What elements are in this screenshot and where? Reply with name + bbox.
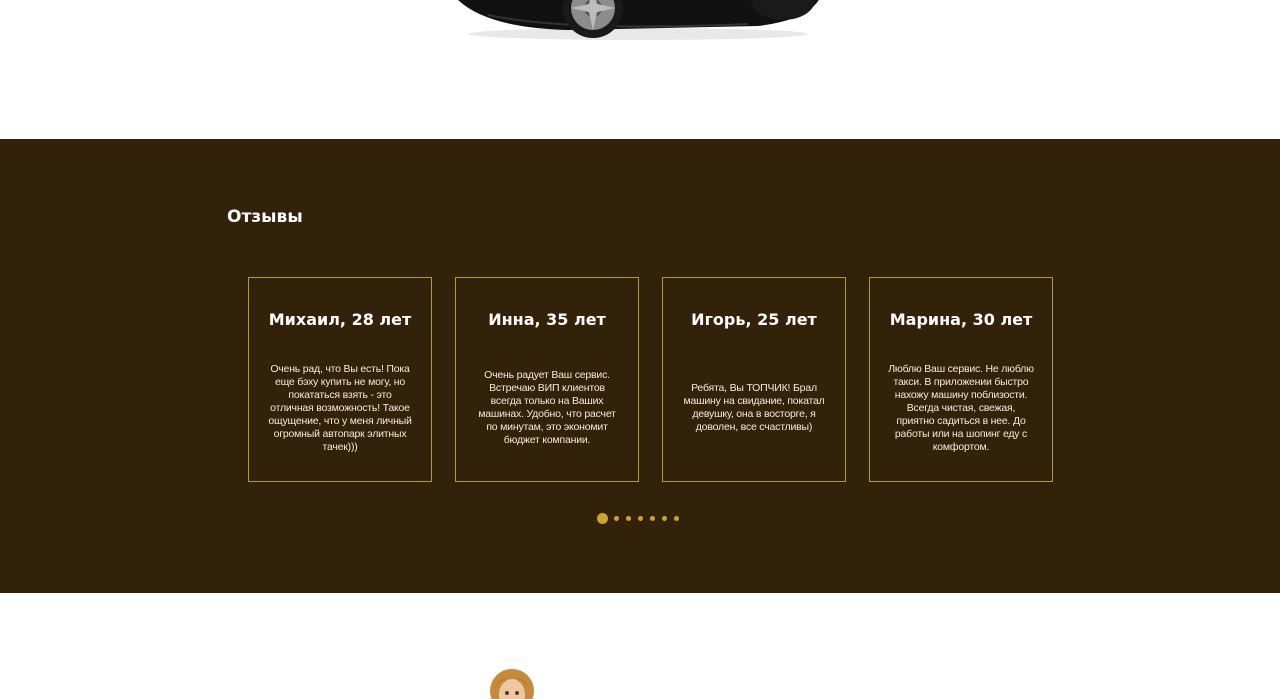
review-author: Михаил, 28 лет bbox=[268, 310, 412, 329]
car-image bbox=[458, 0, 819, 40]
review-text: Ребята, Вы ТОПЧИК! Брал машину на свидан… bbox=[683, 382, 825, 433]
pagination-dot-3[interactable] bbox=[626, 515, 631, 521]
carousel-pagination bbox=[597, 511, 686, 525]
review-card: Марина, 30 лет Люблю Ваш сервис. Не любл… bbox=[869, 277, 1053, 482]
section-title: Отзывы bbox=[227, 207, 303, 227]
person-photo bbox=[490, 669, 534, 699]
pagination-dot-6[interactable] bbox=[662, 515, 667, 521]
pagination-dot-5[interactable] bbox=[650, 515, 655, 521]
review-author: Игорь, 25 лет bbox=[691, 310, 817, 329]
review-text: Очень рад, что Вы есть! Пока еще бэху ку… bbox=[268, 362, 412, 453]
pagination-dot-1[interactable] bbox=[597, 512, 608, 524]
review-text: Очень радует Ваш сервис. Встречаю ВИП кл… bbox=[478, 369, 616, 446]
review-text: Люблю Ваш сервис. Не люблю такси. В прил… bbox=[888, 362, 1034, 453]
review-author: Инна, 35 лет bbox=[488, 310, 606, 329]
review-card: Михаил, 28 лет Очень рад, что Вы есть! П… bbox=[248, 277, 432, 482]
reviews-carousel[interactable]: Михаил, 28 лет Очень рад, что Вы есть! П… bbox=[248, 277, 1058, 484]
review-card: Игорь, 25 лет Ребята, Вы ТОПЧИК! Брал ма… bbox=[662, 277, 846, 482]
reviews-section: Отзывы Михаил, 28 лет Очень рад, что Вы … bbox=[0, 139, 1280, 593]
next-section bbox=[0, 593, 1280, 699]
review-card: Инна, 35 лет Очень радует Ваш сервис. Вс… bbox=[455, 277, 639, 482]
pagination-dot-4[interactable] bbox=[638, 515, 643, 521]
pagination-dot-2[interactable] bbox=[614, 515, 619, 521]
pagination-dot-7[interactable] bbox=[674, 515, 679, 521]
review-author: Марина, 30 лет bbox=[889, 310, 1033, 329]
car-section bbox=[0, 0, 1280, 139]
